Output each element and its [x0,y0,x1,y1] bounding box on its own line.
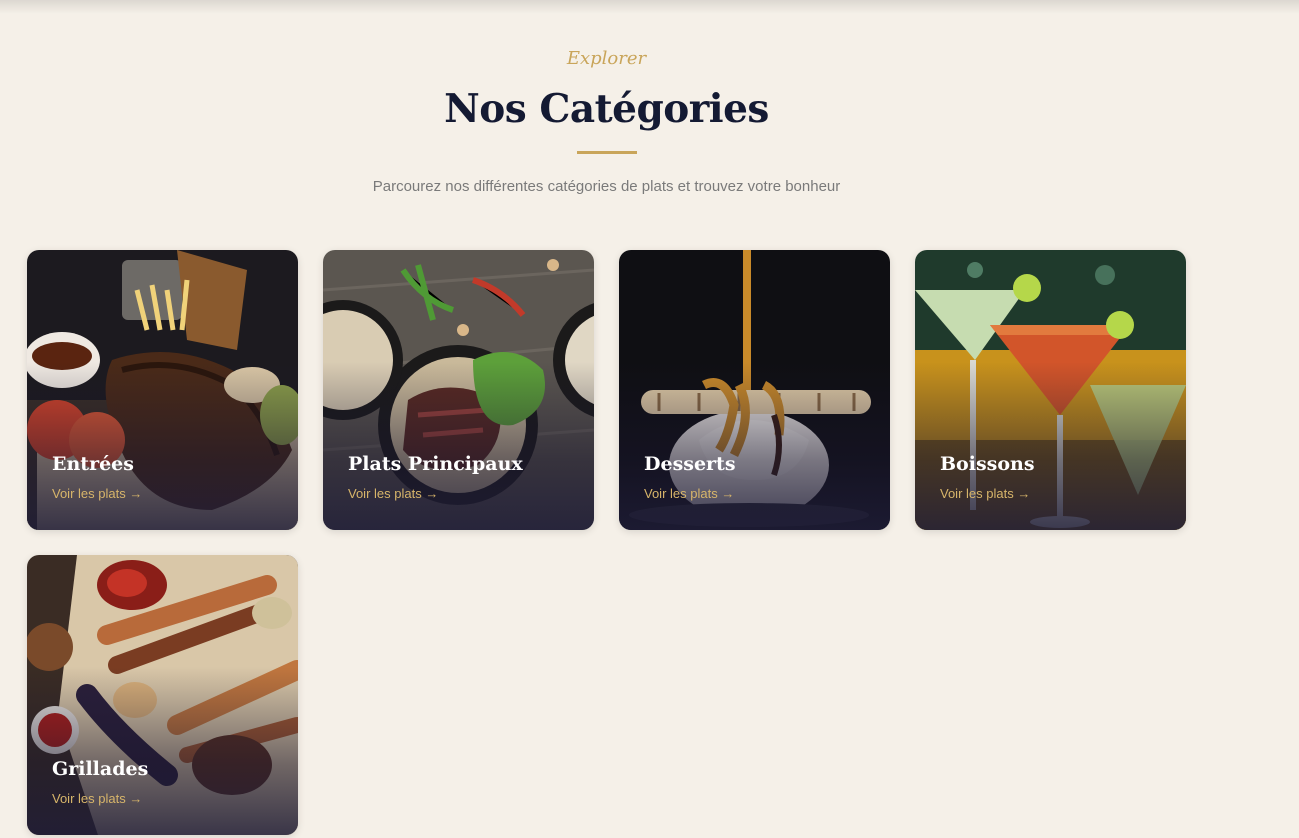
view-dishes-link[interactable]: Voir les plats → [52,486,142,501]
category-name: Desserts [644,453,736,475]
view-dishes-link[interactable]: Voir les plats → [644,486,734,501]
category-name: Grillades [52,758,149,780]
category-card-boissons[interactable]: Boissons Voir les plats → [915,250,1186,530]
view-dishes-link[interactable]: Voir les plats → [940,486,1030,501]
category-card-desserts[interactable]: Desserts Voir les plats → [619,250,890,530]
section-title: Nos Catégories [444,86,769,132]
category-card-entrees[interactable]: Entrées Voir les plats → [27,250,298,530]
category-card-plats-principaux[interactable]: Plats Principaux Voir les plats → [323,250,594,530]
category-name: Boissons [940,453,1035,475]
section-eyebrow: Explorer [566,48,647,69]
category-name: Entrées [52,453,134,475]
view-dishes-link[interactable]: Voir les plats → [52,791,142,806]
view-dishes-link[interactable]: Voir les plats → [348,486,438,501]
title-divider [577,151,637,154]
category-name: Plats Principaux [348,453,523,475]
category-card-grillades[interactable]: Grillades Voir les plats → [27,555,298,835]
section-subtitle: Parcourez nos différentes catégories de … [372,178,841,195]
top-shadow [0,0,1299,14]
